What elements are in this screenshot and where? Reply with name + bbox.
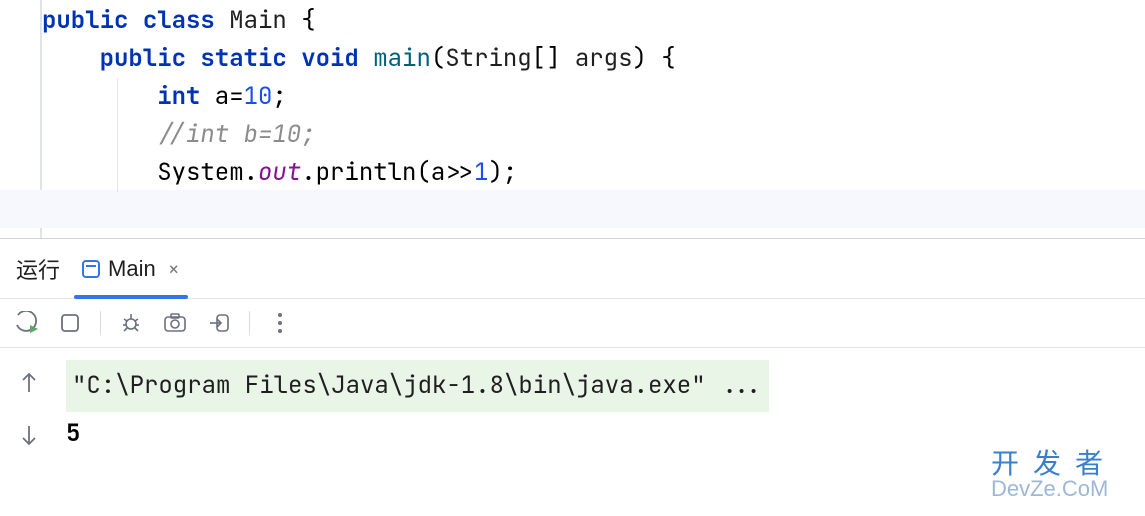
code-line[interactable]: public static void main(String[] args) {: [42, 40, 1145, 78]
run-toolbar: [0, 298, 1145, 348]
code-editor[interactable]: public class Main { public static void m…: [0, 0, 1145, 238]
application-icon: [82, 260, 100, 278]
rerun-button[interactable]: [12, 309, 40, 337]
snapshot-icon[interactable]: [161, 309, 189, 337]
output-line: 5: [66, 412, 1125, 456]
separator: [100, 311, 101, 335]
more-icon[interactable]: [266, 309, 294, 337]
stop-button[interactable]: [56, 309, 84, 337]
debug-icon[interactable]: [117, 309, 145, 337]
scroll-down-icon[interactable]: [15, 422, 43, 450]
run-panel-header: 运行 Main ×: [0, 238, 1145, 298]
code-line[interactable]: int a=10;: [42, 78, 1145, 116]
close-icon[interactable]: ×: [168, 259, 180, 279]
panel-title: 运行: [16, 253, 60, 285]
command-line: "C:\Program Files\Java\jdk-1.8\bin\java.…: [66, 360, 769, 412]
console-output: "C:\Program Files\Java\jdk-1.8\bin\java.…: [0, 348, 1145, 516]
console-text[interactable]: "C:\Program Files\Java\jdk-1.8\bin\java.…: [58, 348, 1145, 516]
code-line[interactable]: public class Main {: [42, 2, 1145, 40]
separator: [249, 311, 250, 335]
console-gutter: [0, 348, 58, 516]
tab-active-indicator: [74, 295, 188, 299]
code-line[interactable]: System.out.println(a>>1);: [42, 154, 1145, 192]
exit-icon[interactable]: [205, 309, 233, 337]
scroll-up-icon[interactable]: [15, 368, 43, 396]
tab-label: Main: [108, 256, 156, 282]
current-line-highlight: [0, 190, 1145, 228]
run-tab-main[interactable]: Main ×: [78, 239, 184, 298]
code-line[interactable]: //int b=10;: [42, 116, 1145, 154]
watermark: 开发者 DevZe.CoM: [991, 450, 1117, 500]
